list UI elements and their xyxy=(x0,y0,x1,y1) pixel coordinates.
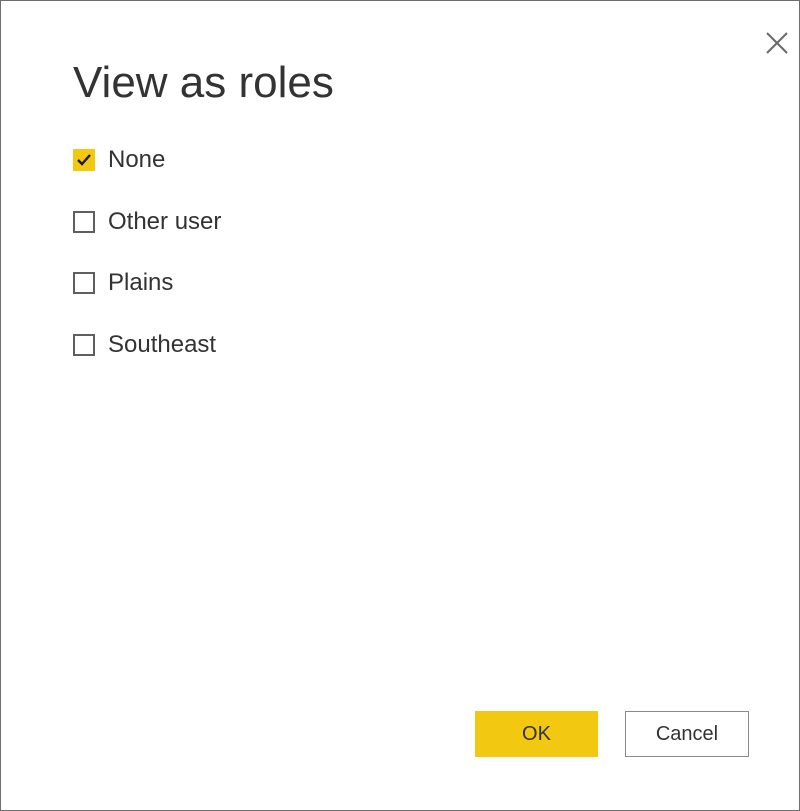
close-icon xyxy=(766,32,788,54)
role-label: Plains xyxy=(108,269,174,296)
role-option-other-user[interactable]: Other user xyxy=(73,205,221,239)
role-option-none[interactable]: None xyxy=(73,143,221,177)
role-checkbox[interactable] xyxy=(73,210,95,233)
role-option-plains[interactable]: Plains xyxy=(73,266,221,300)
role-list: None Other user Plains Southeast xyxy=(73,143,221,389)
role-checkbox[interactable] xyxy=(73,149,95,171)
role-label: Other user xyxy=(108,207,222,235)
dialog-title: View as roles xyxy=(73,58,334,107)
role-label: None xyxy=(108,146,166,173)
view-as-roles-dialog: View as roles None Other user Plains Sou… xyxy=(0,0,800,811)
ok-button[interactable]: OK xyxy=(475,711,598,757)
close-button[interactable] xyxy=(763,29,791,57)
checkmark-icon xyxy=(77,154,91,166)
cancel-button[interactable]: Cancel xyxy=(625,711,749,757)
role-label: Southeast xyxy=(108,330,217,358)
role-checkbox[interactable] xyxy=(73,272,95,294)
role-option-southeast[interactable]: Southeast xyxy=(73,328,221,362)
role-checkbox[interactable] xyxy=(73,333,95,356)
